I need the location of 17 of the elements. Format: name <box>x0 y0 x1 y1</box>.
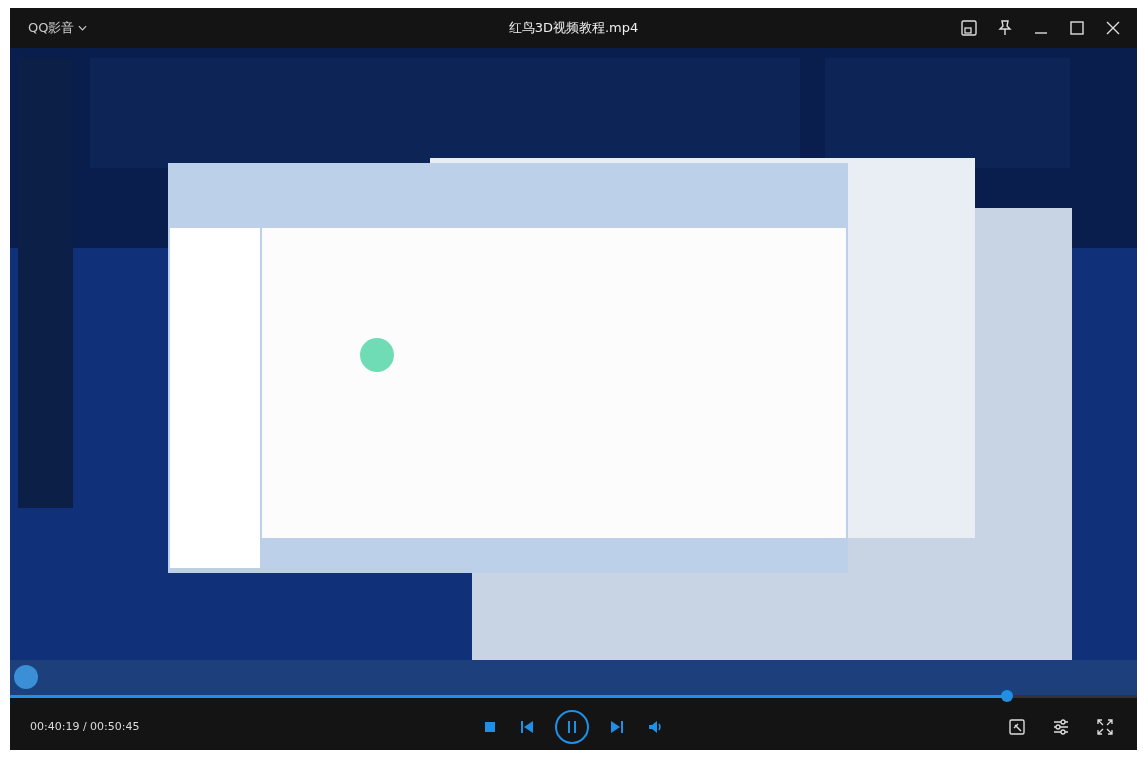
screenshot-icon <box>1008 717 1026 736</box>
caret-icon <box>78 25 88 31</box>
window-icon <box>960 19 978 37</box>
time-display: 00:40:19 / 00:50:45 <box>30 720 140 733</box>
close-icon <box>1104 19 1122 37</box>
fullscreen-icon <box>1096 717 1114 736</box>
speaker-icon <box>647 719 664 734</box>
app-menu-button[interactable]: QQ影音 <box>28 19 88 37</box>
sliders-icon <box>1052 717 1070 736</box>
window-title: 红鸟3D视频教程.mp4 <box>507 19 640 37</box>
stop-icon <box>483 720 496 733</box>
pin-icon <box>996 19 1014 37</box>
minimize-icon <box>1035 32 1047 34</box>
next-icon <box>609 719 624 734</box>
pause-button[interactable] <box>554 709 589 744</box>
maximize-icon <box>1068 19 1086 37</box>
previous-icon <box>519 719 534 734</box>
